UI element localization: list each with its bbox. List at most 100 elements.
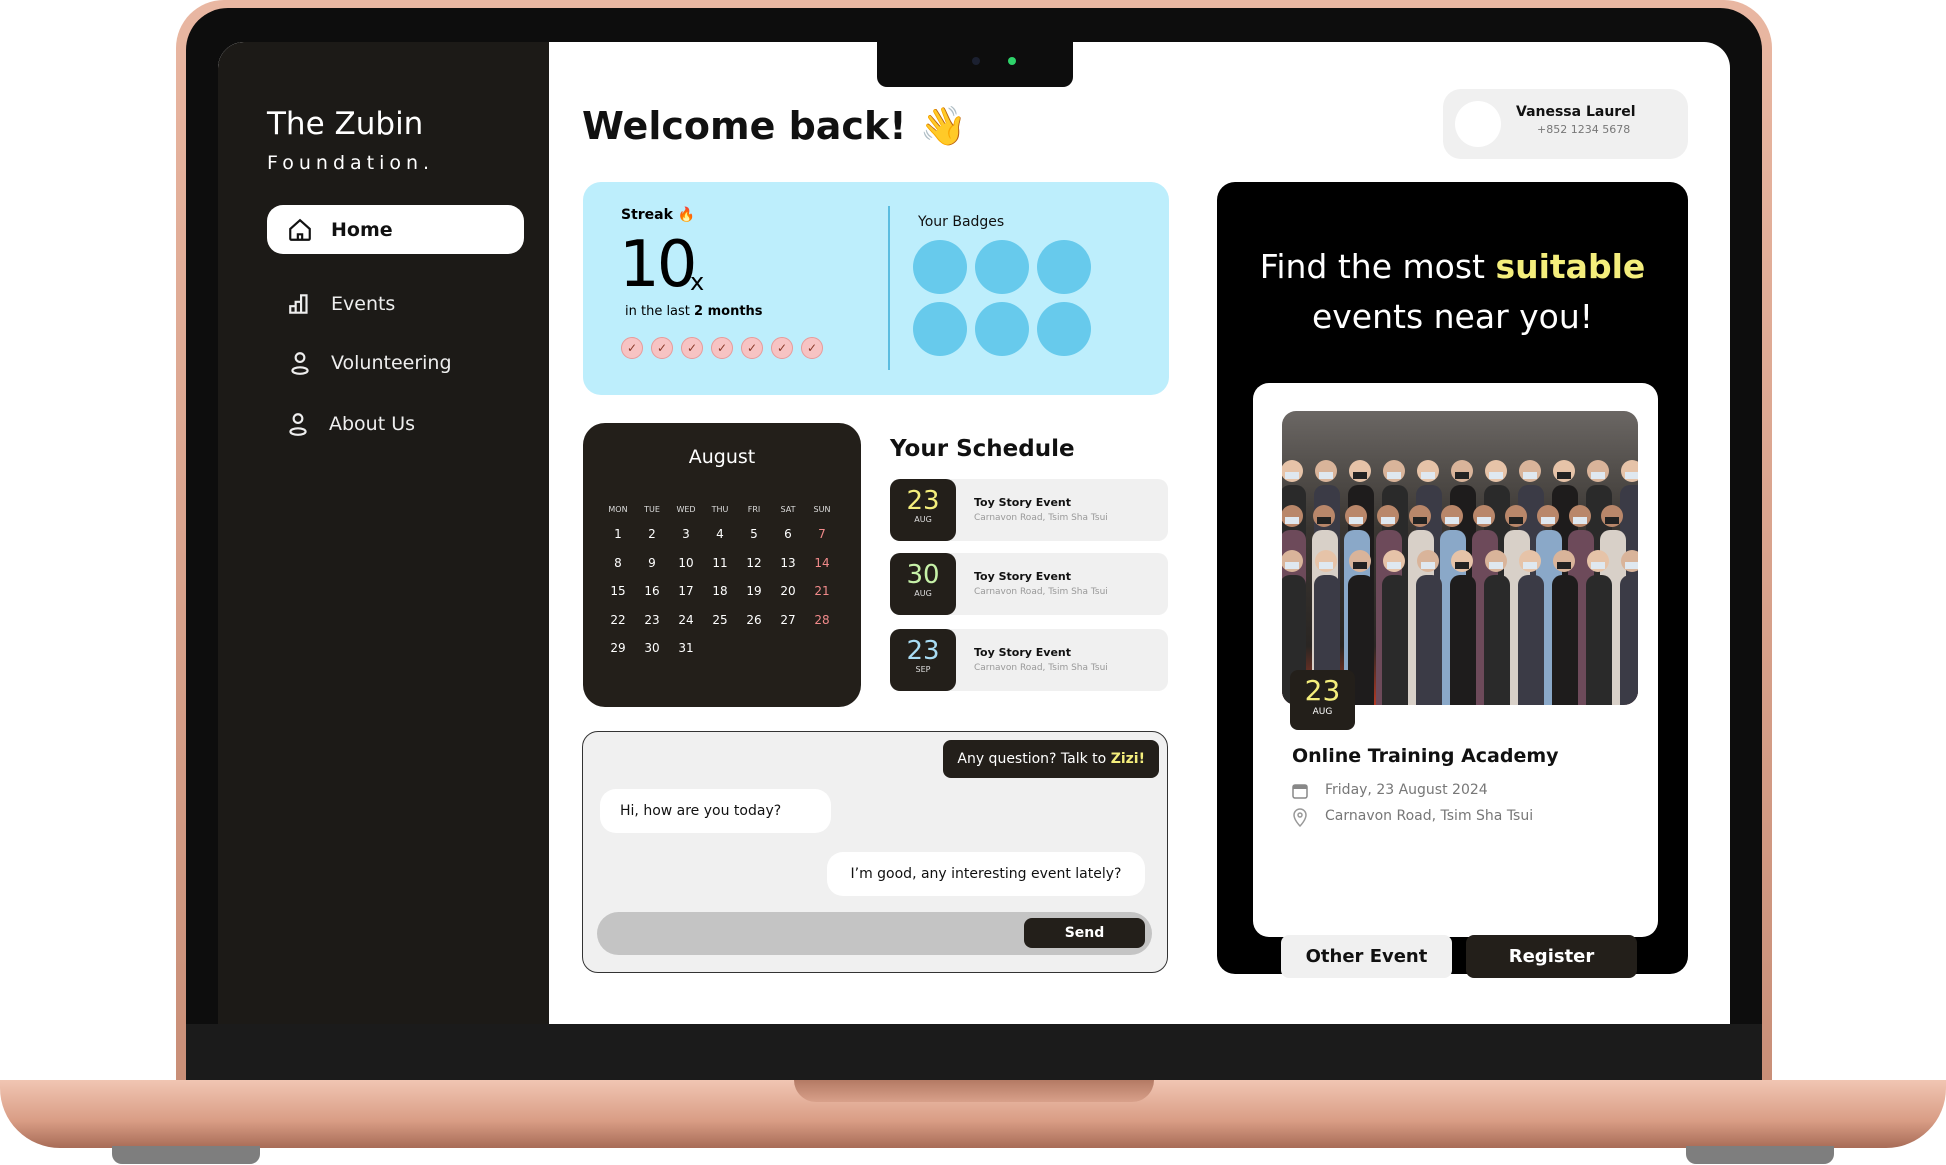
calendar-day[interactable]: 6	[771, 520, 805, 549]
schedule-date: 30 AUG	[890, 553, 956, 615]
sidebar: The Zubin Foundation. Home Events Volunt…	[218, 42, 549, 1024]
camera-notch	[877, 42, 1073, 87]
badges-title: Your Badges	[918, 214, 1005, 230]
badge[interactable]	[975, 302, 1029, 356]
schedule-day: 30	[906, 560, 940, 590]
schedule-item[interactable]: 30 AUG Toy Story Event Carnavon Road, Tsim …	[890, 553, 1168, 615]
calendar-day[interactable]: 23	[635, 606, 669, 635]
badges-grid	[913, 240, 1103, 356]
check-icon: ✓	[651, 337, 673, 359]
calendar-day[interactable]: 24	[669, 606, 703, 635]
calendar-day[interactable]: 20	[771, 577, 805, 606]
event-title: Online Training Academy	[1292, 745, 1559, 767]
schedule-location: Carnavon Road, Tsim Sha Tsui	[974, 587, 1108, 597]
schedule-location: Carnavon Road, Tsim Sha Tsui	[974, 663, 1108, 673]
calendar-day[interactable]: 11	[703, 549, 737, 578]
calendar-day[interactable]: 12	[737, 549, 771, 578]
sidebar-item-label: Events	[331, 292, 396, 315]
calendar-day[interactable]: 13	[771, 549, 805, 578]
calendar-day[interactable]: 25	[703, 606, 737, 635]
schedule-date: 23 SEP	[890, 629, 956, 691]
sidebar-item-label: Volunteering	[331, 351, 452, 374]
user-profile[interactable]: Vanessa Laurel +852 1234 5678	[1443, 89, 1688, 159]
weekday-label: MON	[608, 504, 628, 514]
weekday-label: FRI	[747, 504, 761, 514]
calendar-day[interactable]: 4	[703, 520, 737, 549]
calendar-day[interactable]: 18	[703, 577, 737, 606]
promo-panel: Find the most suitable events near you! 2…	[1217, 182, 1688, 978]
schedule-event-name: Toy Story Event	[974, 570, 1071, 583]
screen: The Zubin Foundation. Home Events Volunt…	[218, 42, 1730, 1024]
schedule-title: Your Schedule	[890, 436, 1075, 462]
badge[interactable]	[975, 240, 1029, 294]
event-month: AUG	[1312, 707, 1333, 717]
sidebar-item-volunteering[interactable]: Volunteering	[267, 338, 524, 387]
calendar-day[interactable]: 3	[669, 520, 703, 549]
sidebar-item-about-us[interactable]: About Us	[267, 399, 524, 448]
other-event-button[interactable]: Other Event	[1281, 935, 1452, 978]
calendar-day[interactable]: 8	[601, 549, 635, 578]
chat-header: Any question? Talk to Zizi!	[943, 740, 1159, 778]
weekday-label: TUE	[644, 504, 660, 514]
schedule-item[interactable]: 23 AUG Toy Story Event Carnavon Road, Tsim …	[890, 479, 1168, 541]
calendar-day[interactable]: 27	[771, 606, 805, 635]
calendar-day[interactable]: 31	[669, 634, 703, 663]
badge[interactable]	[1037, 240, 1091, 294]
calendar-day[interactable]: 30	[635, 634, 669, 663]
schedule-day: 23	[906, 486, 940, 516]
calendar-day[interactable]: 15	[601, 577, 635, 606]
user-phone: +852 1234 5678	[1537, 123, 1631, 136]
badge[interactable]	[913, 302, 967, 356]
page-title: Welcome back! 👋	[582, 104, 968, 148]
laptop-chin	[186, 1024, 1762, 1080]
group-photo-illustration	[1282, 460, 1638, 705]
laptop-foot	[1686, 1146, 1834, 1164]
avatar	[1455, 101, 1501, 147]
event-day: 23	[1304, 674, 1341, 707]
calendar-day[interactable]: 2	[635, 520, 669, 549]
calendar-month: August	[688, 446, 756, 468]
calendar-day[interactable]: 19	[737, 577, 771, 606]
check-icon: ✓	[771, 337, 793, 359]
period-bold: 2 months	[694, 304, 763, 319]
calendar-day[interactable]: 9	[635, 549, 669, 578]
schedule-item[interactable]: 23 SEP Toy Story Event Carnavon Road, Tsim …	[890, 629, 1168, 691]
calendar-day[interactable]: 21	[805, 577, 839, 606]
calendar-day[interactable]: 5	[737, 520, 771, 549]
bar-chart-icon	[289, 293, 308, 314]
promo-title: Find the most suitable events near you!	[1217, 242, 1688, 342]
event-date-badge: 23 AUG	[1290, 670, 1355, 730]
badge[interactable]	[1037, 302, 1091, 356]
calendar-day[interactable]: 26	[737, 606, 771, 635]
register-button[interactable]: Register	[1466, 935, 1637, 978]
check-icon: ✓	[681, 337, 703, 359]
streak-label: Streak 🔥	[621, 207, 696, 223]
sidebar-item-events[interactable]: Events	[267, 279, 524, 328]
weekday-label: WED	[676, 504, 696, 514]
calendar-day[interactable]: 22	[601, 606, 635, 635]
calendar-day[interactable]: 14	[805, 549, 839, 578]
bot-name: Zizi!	[1110, 751, 1145, 767]
calendar-day[interactable]: 16	[635, 577, 669, 606]
streak-checks: ✓ ✓ ✓ ✓ ✓ ✓ ✓	[621, 337, 823, 359]
user-icon	[291, 351, 309, 375]
calendar-day[interactable]: 29	[601, 634, 635, 663]
sidebar-item-home[interactable]: Home	[267, 205, 524, 254]
calendar-day[interactable]: 1	[601, 520, 635, 549]
calendar-day[interactable]: 17	[669, 577, 703, 606]
check-icon: ✓	[621, 337, 643, 359]
calendar-day[interactable]: 10	[669, 549, 703, 578]
chat-header-text: Any question? Talk to	[957, 751, 1111, 767]
schedule-month: SEP	[915, 665, 931, 674]
calendar-day[interactable]: 28	[805, 606, 839, 635]
badge[interactable]	[913, 240, 967, 294]
calendar-day[interactable]: 7	[805, 520, 839, 549]
schedule-event-name: Toy Story Event	[974, 646, 1071, 659]
schedule-month: AUG	[914, 589, 932, 598]
sidebar-item-label: Home	[331, 218, 393, 241]
calendar-icon	[1292, 784, 1308, 799]
send-button[interactable]: Send	[1024, 918, 1145, 948]
event-card[interactable]: 23 AUG Online Training Academy Friday, 2…	[1253, 383, 1658, 978]
laptop-base-notch	[794, 1080, 1154, 1102]
event-date: Friday, 23 August 2024	[1325, 782, 1488, 798]
